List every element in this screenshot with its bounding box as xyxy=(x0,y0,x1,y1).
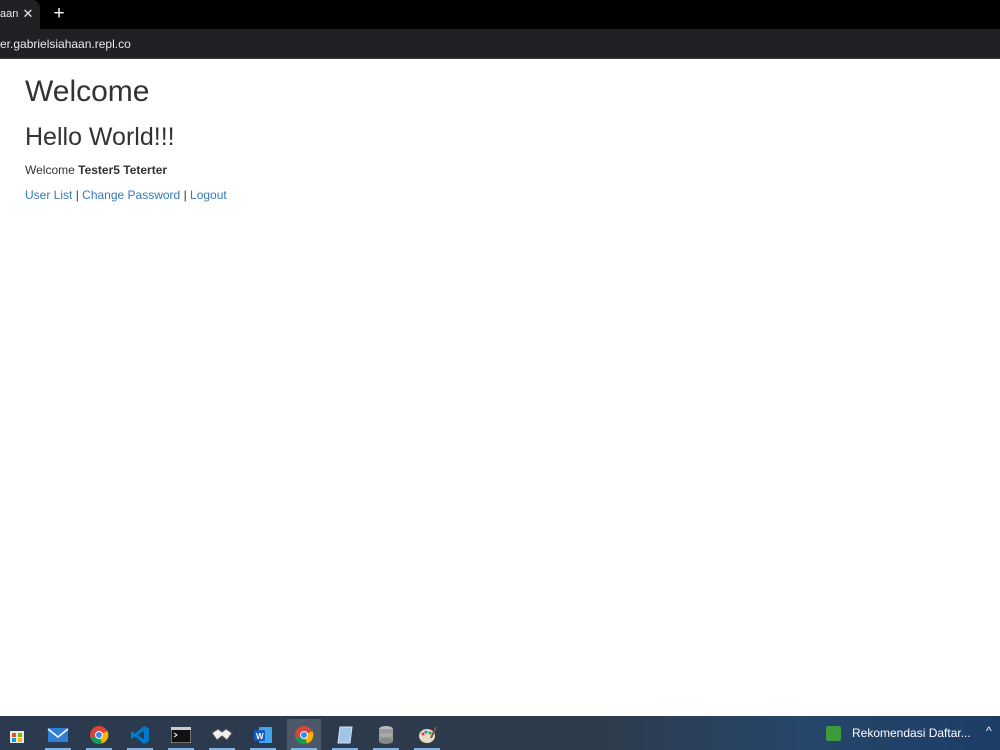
page-title: Welcome xyxy=(25,75,150,108)
taskbar: W Rekomendasi Daftar... ^ xyxy=(0,716,1000,750)
notification-item[interactable]: Rekomendasi Daftar... xyxy=(826,722,971,744)
user-list-link[interactable]: User List xyxy=(25,188,72,202)
logout-link[interactable]: Logout xyxy=(190,188,227,202)
url-text[interactable]: er.gabrielsiahaan.repl.co xyxy=(0,37,131,51)
svg-text:W: W xyxy=(256,732,264,741)
vscode-icon[interactable] xyxy=(123,719,157,750)
welcome-message: Welcome Tester5 Teterter xyxy=(25,163,167,177)
notepad-icon[interactable] xyxy=(328,719,362,750)
word-icon[interactable]: W xyxy=(246,719,280,750)
user-name: Tester5 Teterter xyxy=(78,163,168,177)
new-tab-button[interactable]: + xyxy=(50,4,68,24)
address-bar[interactable]: er.gabrielsiahaan.repl.co xyxy=(0,29,1000,59)
handshake-icon[interactable] xyxy=(205,719,239,750)
windows-store-icon[interactable] xyxy=(0,719,34,750)
tab-bar: aan ✕ + xyxy=(0,0,1000,29)
link-separator: | xyxy=(183,188,187,202)
page-content: Welcome Hello World!!! Welcome Tester5 T… xyxy=(0,59,1000,716)
close-tab-icon[interactable]: ✕ xyxy=(21,6,35,22)
terminal-icon[interactable] xyxy=(164,719,198,750)
chrome-icon[interactable] xyxy=(82,719,116,750)
hello-heading: Hello World!!! xyxy=(25,123,175,151)
database-icon[interactable] xyxy=(369,719,403,750)
chrome-active-icon[interactable] xyxy=(287,719,321,750)
notification-label: Rekomendasi Daftar... xyxy=(852,726,971,740)
welcome-prefix: Welcome xyxy=(25,163,75,177)
nav-links: User List | Change Password | Logout xyxy=(25,188,227,202)
change-password-link[interactable]: Change Password xyxy=(82,188,180,202)
mail-icon[interactable] xyxy=(41,719,75,750)
tab-title: aan xyxy=(0,8,18,20)
notification-icon xyxy=(826,725,841,741)
paint-icon[interactable] xyxy=(410,719,444,750)
link-separator: | xyxy=(75,188,79,202)
browser-tab[interactable]: aan ✕ xyxy=(0,0,40,29)
tray-chevron-up-icon[interactable]: ^ xyxy=(986,724,992,738)
